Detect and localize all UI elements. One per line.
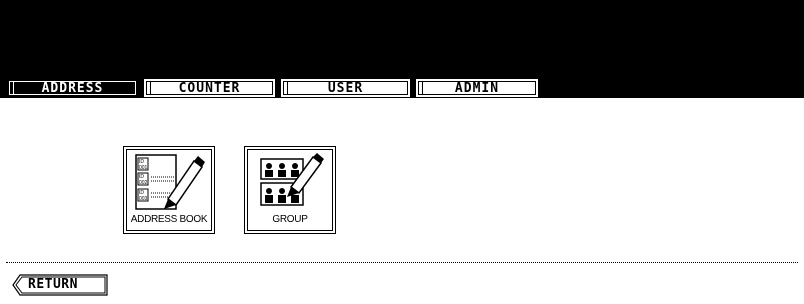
group-label: GROUP [272, 214, 308, 225]
return-label: RETURN [28, 277, 78, 292]
tab-counter[interactable]: COUNTER [143, 78, 276, 98]
address-book-icon: ID 001 ID 002 ID 003 [135, 154, 205, 210]
group-icon [260, 153, 324, 206]
tab-address-label: ADDRESS [41, 80, 104, 96]
tab-counter-label: COUNTER [178, 80, 241, 96]
tab-admin-label: ADMIN [454, 80, 500, 96]
address-book-label: ADDRESS BOOK [130, 214, 208, 225]
return-button[interactable]: RETURN [12, 274, 108, 296]
svg-text:002: 002 [139, 180, 148, 186]
tab-user[interactable]: USER [280, 78, 411, 98]
address-book-button[interactable]: ID 001 ID 002 ID 003 ADDRESS BOOK [123, 146, 215, 234]
svg-text:001: 001 [139, 165, 148, 171]
group-button[interactable]: GROUP [244, 146, 336, 234]
tab-address[interactable]: ADDRESS [6, 78, 139, 98]
tab-admin[interactable]: ADMIN [415, 78, 539, 98]
svg-text:003: 003 [139, 196, 148, 202]
tab-bar: ADDRESS COUNTER USER ADMIN [6, 78, 543, 100]
divider [6, 262, 798, 263]
tab-user-label: USER [327, 80, 364, 96]
